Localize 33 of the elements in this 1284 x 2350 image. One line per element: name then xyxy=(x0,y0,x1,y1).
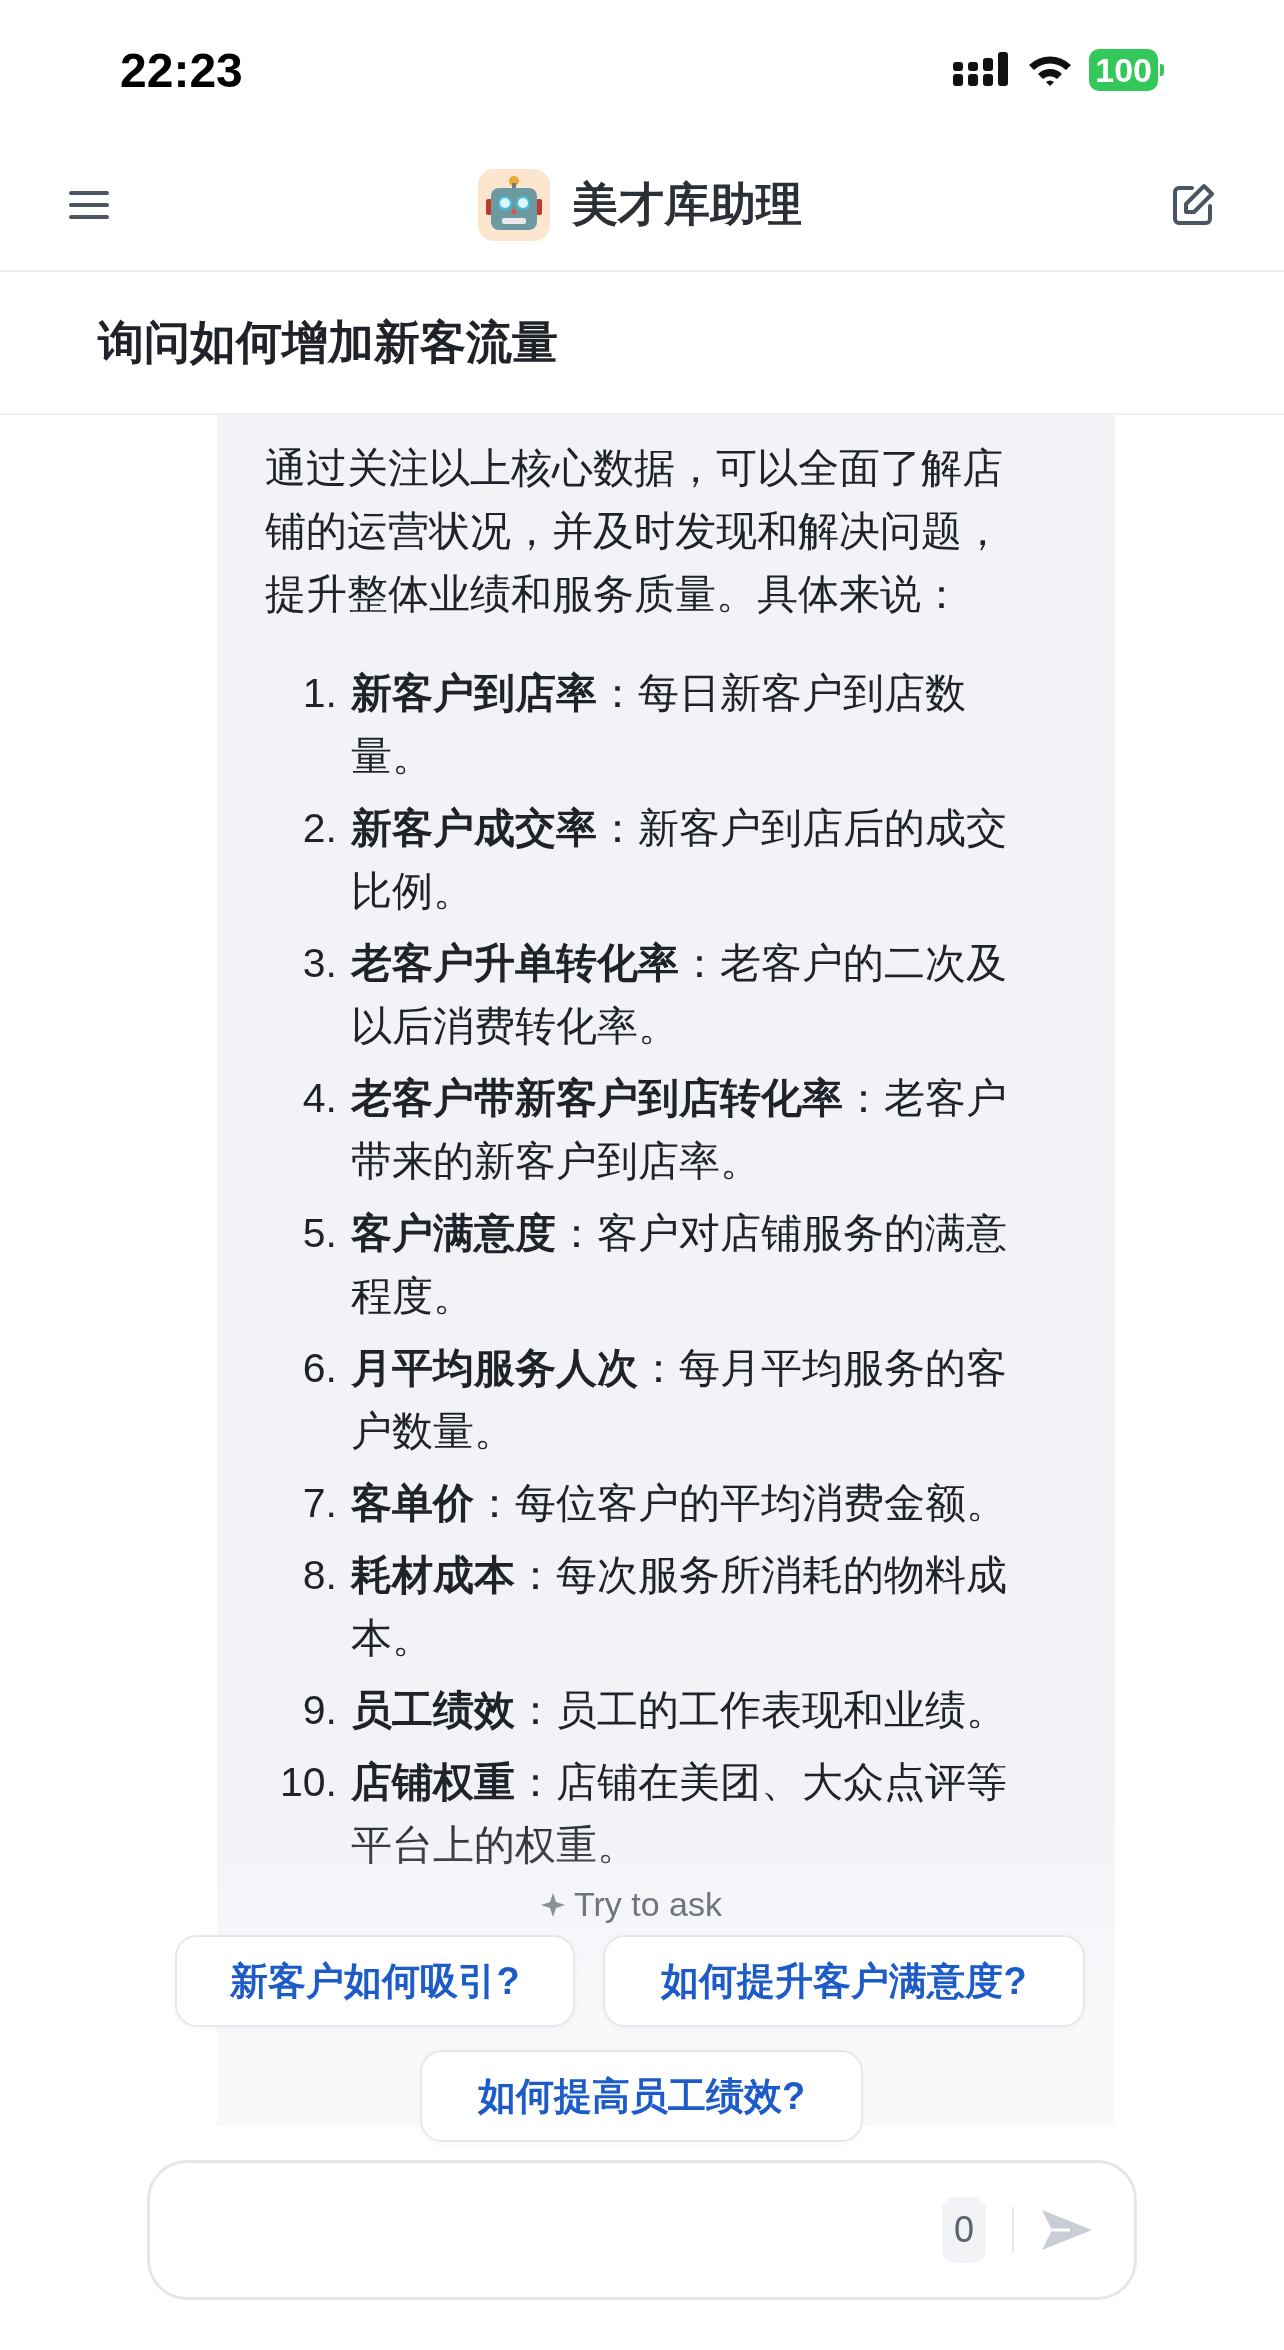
app-title: 美才库助理 xyxy=(572,177,802,232)
list-item-text: 月平均服务人次：每月平均服务的客户数量。 xyxy=(351,1344,1008,1456)
suggestion-chip[interactable]: 如何提升客户满意度? xyxy=(603,1935,1085,2027)
character-count: 0 xyxy=(941,2197,986,2263)
sparkle-icon xyxy=(540,1891,566,1918)
message-text: 通过关注以上核心数据，可以全面了解店铺的运营状况，并及时发现和解决问题，提升整体业绩和服务质量。具体来说： xyxy=(265,444,1004,619)
list-number: 6. xyxy=(301,1344,337,1393)
list-item-text: 客户满意度：客户对店铺服务的满意程度。 xyxy=(351,1209,1008,1321)
list-item-text: 耗材成本：每次服务所消耗的物料成本。 xyxy=(351,1551,1008,1663)
list-number: 1. xyxy=(301,669,337,718)
wifi-icon xyxy=(1027,53,1074,87)
list-item-text: 店铺权重：店铺在美团、大众点评等平台上的权重。 xyxy=(351,1758,1008,1870)
list-item-text: 老客户升单转化率：老客户的二次及以后消费转化率。 xyxy=(351,939,1008,1051)
list-number: 3. xyxy=(301,939,337,988)
list-item-text: 客单价：每位客户的平均消费金额。 xyxy=(351,1479,1008,1528)
list-number: 9. xyxy=(301,1686,337,1735)
suggestion-chip[interactable]: 新客户如何吸引? xyxy=(175,1935,575,2027)
list-item-text: 新客户到店率：每日新客户到店数量。 xyxy=(351,669,967,781)
list-number: 4. xyxy=(301,1074,337,1123)
message-input-field[interactable]: 0 xyxy=(147,2160,1137,2300)
status-time: 22:23 xyxy=(120,42,243,98)
list-number: 5. xyxy=(301,1209,337,1258)
try-to-ask-label: Try to ask xyxy=(574,1885,722,1924)
list-item-text: 新客户成交率：新客户到店后的成交比例。 xyxy=(351,804,1008,916)
robot-icon xyxy=(478,169,550,241)
list-number: 8. xyxy=(301,1551,337,1600)
list-number: 10. xyxy=(279,1758,337,1807)
list-item-text: 员工绩效：员工的工作表现和业绩。 xyxy=(351,1686,1008,1735)
list-item-text: 老客户带新客户到店转化率：老客户带来的新客户到店率。 xyxy=(351,1074,1008,1186)
conversation-title: 询问如何增加新客流量 xyxy=(98,314,558,370)
list-number: 2. xyxy=(301,804,337,853)
list-number: 7. xyxy=(301,1479,337,1528)
suggestion-chip[interactable]: 如何提高员工绩效? xyxy=(420,2050,863,2142)
